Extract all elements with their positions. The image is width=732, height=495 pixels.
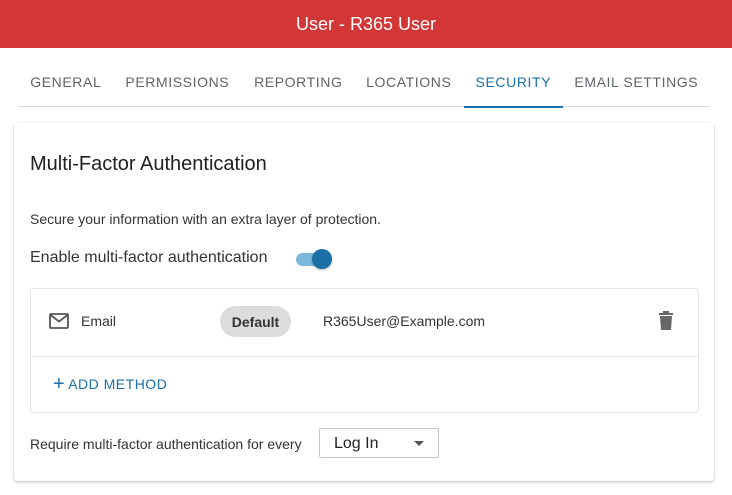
tab-email-settings[interactable]: EMAIL SETTINGS bbox=[563, 57, 710, 107]
tab-bar: GENERAL PERMISSIONS REPORTING LOCATIONS … bbox=[18, 57, 710, 108]
method-row: Email Default R365User@Example.com bbox=[31, 289, 698, 357]
method-email-value: R365User@Example.com bbox=[323, 313, 486, 329]
require-mfa-select-value: Log In bbox=[334, 435, 379, 452]
require-mfa-select[interactable]: Log In bbox=[319, 428, 439, 458]
enable-mfa-toggle[interactable] bbox=[296, 249, 334, 269]
toggle-thumb bbox=[312, 249, 332, 269]
add-method-button[interactable]: + ADD METHOD bbox=[53, 373, 168, 395]
tab-locations[interactable]: LOCATIONS bbox=[354, 57, 465, 107]
enable-mfa-label: Enable multi-factor authentication bbox=[30, 249, 268, 266]
mfa-card: Multi-Factor Authentication Secure your … bbox=[14, 123, 714, 481]
chevron-down-icon bbox=[414, 441, 424, 446]
trash-icon[interactable] bbox=[657, 311, 675, 331]
mail-icon bbox=[49, 313, 69, 329]
page-title: User - R365 User bbox=[295, 13, 437, 34]
tab-permissions[interactable]: PERMISSIONS bbox=[114, 57, 241, 107]
mfa-description: Secure your information with an extra la… bbox=[30, 211, 381, 227]
plus-icon: + bbox=[53, 373, 66, 395]
require-mfa-label: Require multi-factor authentication for … bbox=[30, 436, 302, 452]
tab-reporting[interactable]: REPORTING bbox=[243, 57, 354, 107]
method-type: Email bbox=[81, 313, 117, 329]
tab-general[interactable]: GENERAL bbox=[18, 57, 114, 107]
default-badge: Default bbox=[220, 306, 291, 337]
mfa-methods-list: Email Default R365User@Example.com + ADD… bbox=[30, 288, 699, 413]
app-header: User - R365 User bbox=[0, 0, 732, 48]
tab-security[interactable]: SECURITY bbox=[464, 57, 563, 108]
mfa-title: Multi-Factor Authentication bbox=[30, 153, 267, 175]
add-method-label: ADD METHOD bbox=[68, 376, 168, 392]
